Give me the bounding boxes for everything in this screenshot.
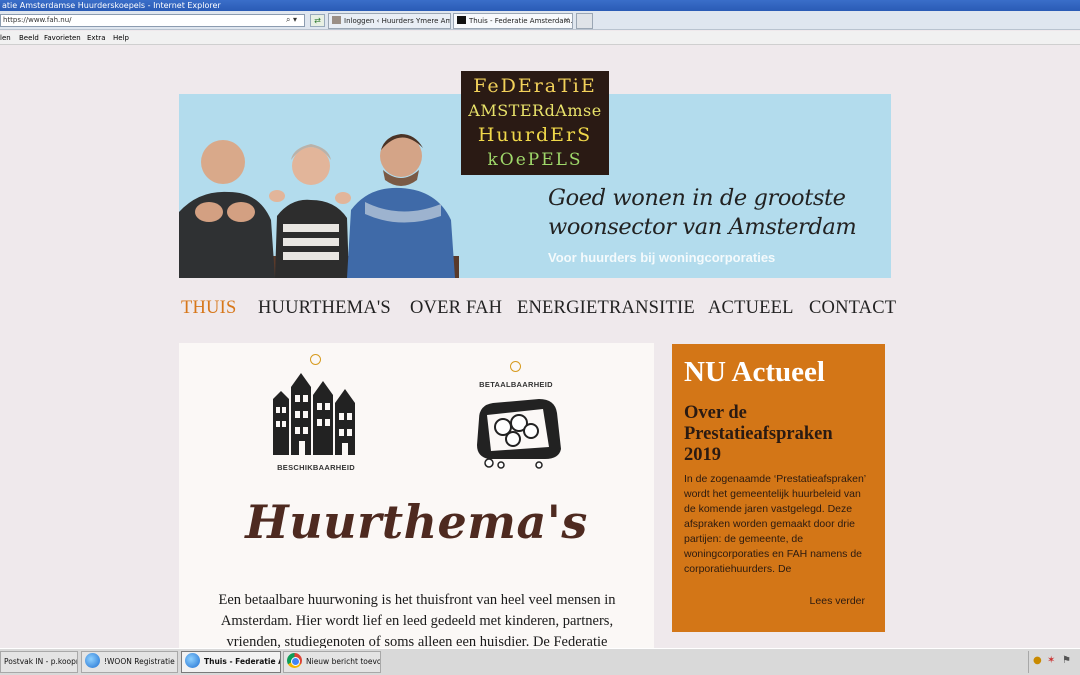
menu-item-help[interactable]: Help: [113, 31, 129, 45]
wallet-icon[interactable]: [469, 389, 565, 469]
marker-dot-icon: [510, 361, 521, 372]
tab-thuis[interactable]: Thuis - Federatie Amsterdam... ✕: [453, 13, 573, 29]
new-tab-button[interactable]: [576, 13, 593, 29]
taskbar-item-thuis[interactable]: Thuis - Federatie A...: [181, 651, 281, 673]
system-tray: ● ✶ ⚑: [1028, 651, 1080, 673]
news-sidebar: NU Actueel Over de Prestatieafspraken 20…: [672, 344, 885, 632]
hero-subtagline: Voor huurders bij woningcorporaties: [548, 250, 776, 265]
pin-icon[interactable]: ✶: [1047, 655, 1055, 666]
menu-item-beeld[interactable]: Beeld: [19, 31, 39, 45]
logo-line: FeDEraTiE: [473, 75, 597, 97]
site-logo[interactable]: FeDEraTiE AMSTERdAmse HuurdErS kOePELS: [461, 71, 609, 175]
logo-line: HuurdErS: [477, 124, 593, 146]
taskbar-label: Thuis - Federatie A...: [204, 657, 280, 666]
logo-line: AMSTERdAmse: [468, 100, 602, 120]
favicon-icon: [457, 16, 466, 24]
ie-icon: [85, 653, 100, 668]
taskbar-item-postvak[interactable]: Postvak IN - p.koopm...: [0, 651, 78, 673]
huurthemas-card: BESCHIKBAARHEID BETAALBAARHEID Huurthema…: [179, 343, 654, 648]
taskbar-label: Nieuw bericht toevoe...: [306, 657, 380, 666]
notification-icon[interactable]: ●: [1033, 655, 1042, 666]
hero-photo: [179, 134, 459, 278]
taskbar-label: !WOON Registratie p...: [104, 657, 177, 666]
menu-item-extra[interactable]: Extra: [87, 31, 105, 45]
nav-huurthemas[interactable]: HUURTHEMA'S: [258, 298, 391, 319]
nav-energietransitie[interactable]: ENERGIETRANSITIE: [517, 298, 695, 319]
taskbar-item-nieuw-bericht[interactable]: Nieuw bericht toevoe...: [283, 651, 381, 673]
menu-bar: len Beeld Favorieten Extra Help: [0, 31, 1080, 45]
hero-tagline: Goed wonen in de grootste woonsector van…: [548, 185, 857, 240]
menu-item-bestand[interactable]: len: [0, 31, 11, 45]
close-icon[interactable]: ✕: [563, 14, 570, 28]
logo-line: kOePELS: [487, 149, 583, 170]
houses-icon[interactable]: [269, 369, 361, 459]
taskbar-item-iwoon[interactable]: !WOON Registratie p...: [81, 651, 178, 673]
taskbar: Postvak IN - p.koopm... !WOON Registrati…: [0, 648, 1080, 675]
read-more-link[interactable]: Lees verder: [810, 595, 865, 607]
chrome-icon: [287, 653, 302, 668]
tab-label: Inloggen ‹ Huurders Ymere Ams...: [344, 17, 451, 25]
theme-label-betaalbaarheid[interactable]: BETAALBAARHEID: [459, 380, 573, 389]
post-excerpt: In de zogenaamde ‘Prestatieafspraken’ wo…: [684, 473, 866, 575]
ie-icon: [185, 653, 200, 668]
nav-actueel[interactable]: ACTUEEL: [708, 298, 794, 319]
search-icon[interactable]: ⌕ ▾: [286, 15, 297, 25]
flag-icon[interactable]: ⚑: [1062, 655, 1071, 666]
theme-label-beschikbaarheid[interactable]: BESCHIKBAARHEID: [259, 463, 373, 472]
intro-text: Een betaalbare huurwoning is het thuisfr…: [218, 592, 616, 648]
window-title: atie Amsterdamse Huurderskoepels - Inter…: [0, 0, 1080, 11]
tab-inloggen[interactable]: Inloggen ‹ Huurders Ymere Ams...: [328, 13, 451, 29]
marker-dot-icon: [310, 354, 321, 365]
refresh-icon[interactable]: ⇄: [310, 14, 325, 27]
nav-thuis[interactable]: THUIS: [181, 298, 236, 319]
sidebar-heading: NU Actueel: [684, 356, 825, 388]
taskbar-label: Postvak IN - p.koopm...: [4, 657, 77, 666]
post-title[interactable]: Over de Prestatieafspraken 2019: [684, 403, 873, 466]
section-title: Huurthema's: [245, 495, 588, 549]
favicon-icon: [332, 16, 341, 24]
address-toolbar: https://www.fah.nu/ ⌕ ▾ ⇄ Inloggen ‹ Huu…: [0, 11, 1080, 30]
address-bar[interactable]: https://www.fah.nu/: [0, 14, 305, 27]
tab-label: Thuis - Federatie Amsterdam...: [469, 17, 573, 25]
nav-over-fah[interactable]: OVER FAH: [410, 298, 502, 319]
nav-contact[interactable]: CONTACT: [809, 298, 896, 319]
menu-item-favorieten[interactable]: Favorieten: [44, 31, 81, 45]
